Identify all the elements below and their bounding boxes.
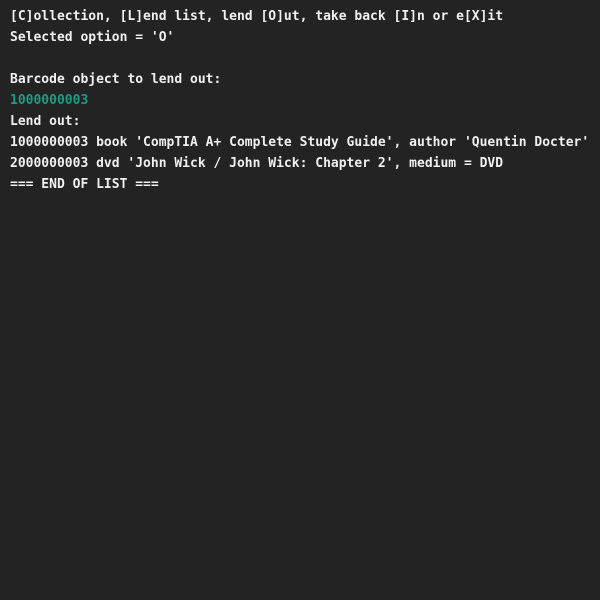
barcode-prompt: Barcode object to lend out: xyxy=(10,72,222,87)
list-item: 1000000003 book 'CompTIA A+ Complete Stu… xyxy=(10,135,590,150)
lend-out-header: Lend out: xyxy=(10,114,81,129)
end-of-list-marker: === END OF LIST === xyxy=(10,177,159,192)
barcode-input-echo: 1000000003 xyxy=(10,93,89,108)
terminal-window[interactable]: [C]ollection, [L]end list, lend [O]ut, t… xyxy=(0,0,600,600)
list-item: 2000000003 dvd 'John Wick / John Wick: C… xyxy=(10,156,504,171)
menu-prompt: [C]ollection, [L]end list, lend [O]ut, t… xyxy=(10,9,504,24)
selected-option-line: Selected option = 'O' xyxy=(10,30,175,45)
